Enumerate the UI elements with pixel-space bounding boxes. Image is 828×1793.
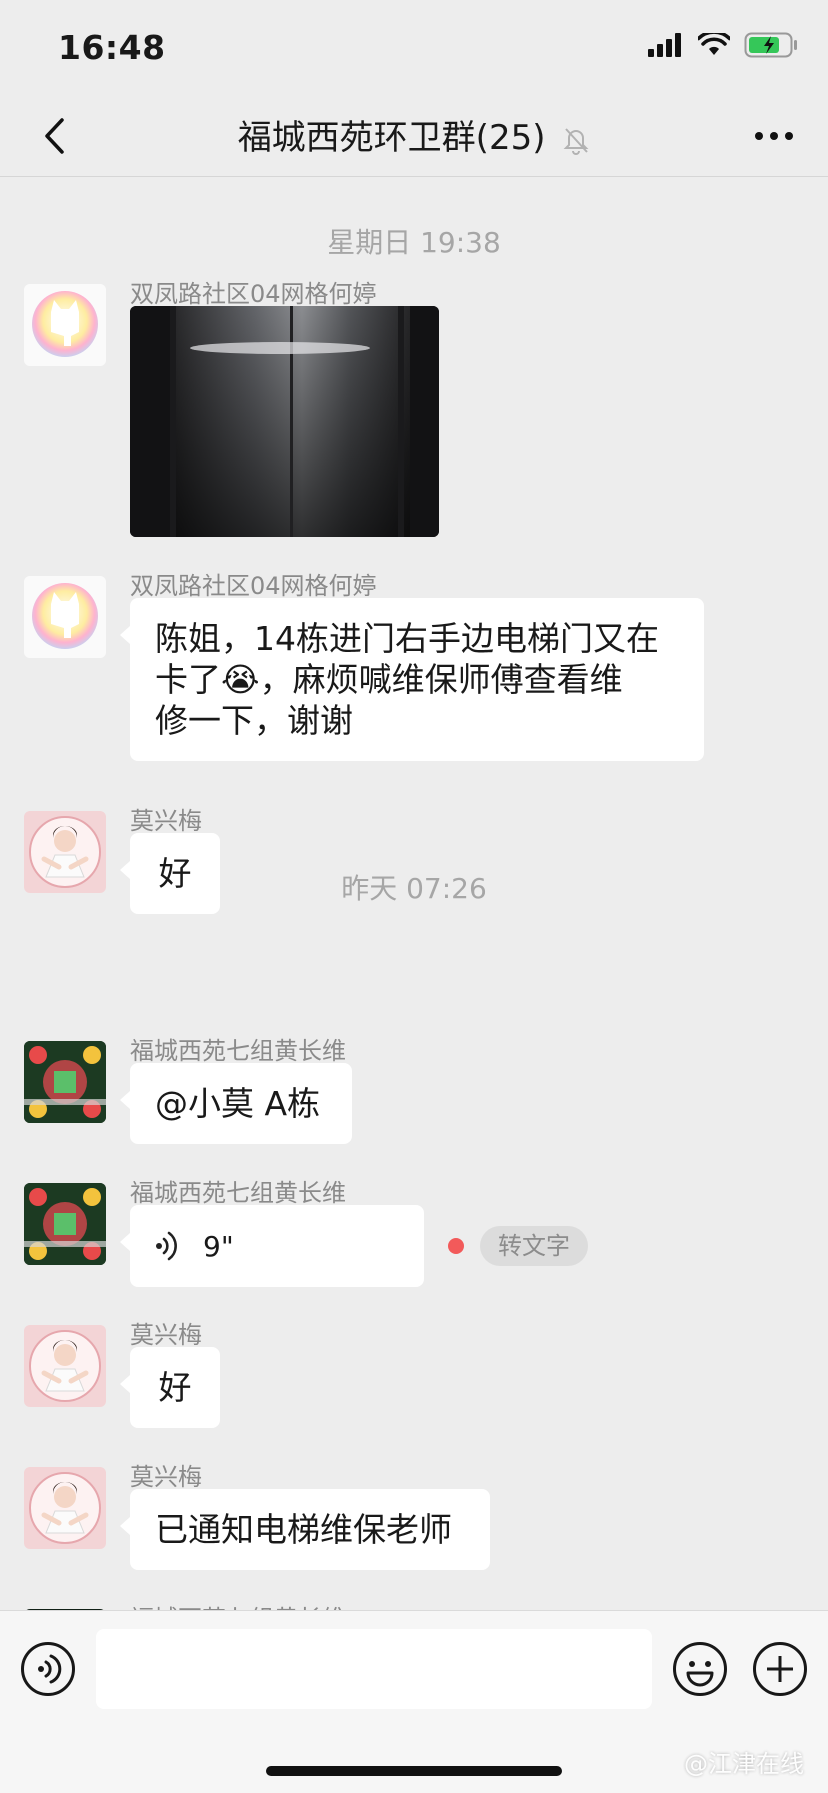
sender-name: 福城西苑七组黄长维 bbox=[130, 1599, 346, 1610]
elevator-photo bbox=[130, 306, 439, 537]
timestamp: 星期日 19:38 bbox=[327, 226, 501, 259]
watermark: @江津在线 bbox=[684, 1750, 804, 1778]
cat-avatar-icon bbox=[24, 284, 106, 366]
more-options-button[interactable] bbox=[746, 108, 802, 164]
sender-name: 莫兴梅 bbox=[130, 1463, 202, 1491]
message-input[interactable] bbox=[96, 1629, 652, 1709]
portrait-avatar-icon bbox=[24, 1325, 106, 1407]
avatar[interactable] bbox=[24, 284, 106, 366]
mute-bell-icon bbox=[563, 127, 589, 155]
battery-icon bbox=[744, 32, 797, 58]
signal-icon bbox=[648, 33, 681, 57]
message-bubble[interactable]: 陈姐，14栋进门右手边电梯门又在 卡了😭，麻烦喊维保师傅查看维 修一下，谢谢 bbox=[120, 598, 704, 761]
unread-dot bbox=[448, 1238, 464, 1254]
avatar[interactable] bbox=[24, 1325, 106, 1407]
emoji-button[interactable] bbox=[672, 1641, 728, 1697]
avatar[interactable] bbox=[24, 1467, 106, 1549]
message-body: 已通知电梯维保老师 bbox=[155, 1510, 452, 1549]
message-photo[interactable] bbox=[130, 306, 439, 537]
message-bubble[interactable]: 已通知电梯维保老师 bbox=[120, 1489, 490, 1570]
chat-header: 福城西苑环卫群(25) bbox=[0, 96, 828, 177]
voice-input-button[interactable] bbox=[20, 1641, 76, 1697]
plus-icon bbox=[753, 1642, 807, 1696]
sender-name: 福城西苑七组黄长维 bbox=[130, 1037, 346, 1065]
message-bubble[interactable]: @小莫 A栋 bbox=[120, 1063, 352, 1144]
chat-title-wrap: 福城西苑环卫群(25) bbox=[0, 110, 828, 159]
timestamp: 昨天 07:26 bbox=[341, 872, 487, 905]
sender-name: 莫兴梅 bbox=[130, 1321, 202, 1349]
convert-to-text-button[interactable]: 转文字 bbox=[480, 1226, 588, 1266]
sender-name: 双凤路社区04网格何婷 bbox=[130, 280, 377, 308]
message-body: @小莫 A栋 bbox=[155, 1084, 321, 1123]
voice-duration: 9" bbox=[203, 1229, 234, 1263]
crying-emoji: 😭 bbox=[221, 660, 260, 699]
message-body: 好 bbox=[158, 1368, 192, 1407]
status-time: 16:48 bbox=[58, 28, 166, 67]
voice-message-bubble[interactable]: 9" bbox=[120, 1205, 424, 1287]
avatar[interactable] bbox=[24, 576, 106, 658]
message-line: 卡了😭，麻烦喊维保师傅查看维 bbox=[155, 659, 679, 700]
status-bar: 16:48 bbox=[0, 0, 828, 96]
message-line: 修一下，谢谢 bbox=[155, 701, 353, 740]
more-icon bbox=[755, 132, 793, 140]
voice-waves-icon bbox=[156, 1231, 177, 1261]
avatar[interactable] bbox=[24, 1041, 106, 1123]
message-text-part: 卡了 bbox=[155, 660, 221, 699]
message-text-part: ，麻烦喊维保师傅查看维 bbox=[259, 660, 623, 699]
chat-title: 福城西苑环卫群(25) bbox=[237, 118, 546, 158]
message-bubble[interactable]: 好 bbox=[120, 1347, 220, 1428]
portrait-avatar-icon bbox=[24, 1467, 106, 1549]
message-line: 陈姐，14栋进门右手边电梯门又在 bbox=[155, 619, 659, 658]
message-list[interactable]: 星期日 19:38 双凤路社区04网格何婷 双凤路社区04网格何婷 陈姐，14栋… bbox=[0, 177, 828, 1610]
more-functions-button[interactable] bbox=[752, 1641, 808, 1697]
sender-name: 双凤路社区04网格何婷 bbox=[130, 572, 377, 600]
home-indicator[interactable] bbox=[266, 1766, 562, 1776]
sender-name: 莫兴梅 bbox=[130, 807, 202, 835]
flower-avatar-icon bbox=[24, 1041, 106, 1123]
voice-icon bbox=[21, 1642, 75, 1696]
wifi-icon bbox=[698, 33, 730, 55]
flower-avatar-icon bbox=[24, 1183, 106, 1265]
sender-name: 福城西苑七组黄长维 bbox=[130, 1179, 346, 1207]
avatar[interactable] bbox=[24, 1183, 106, 1265]
cat-avatar-icon bbox=[24, 576, 106, 658]
status-icons bbox=[648, 32, 798, 58]
emoji-icon bbox=[673, 1642, 727, 1696]
